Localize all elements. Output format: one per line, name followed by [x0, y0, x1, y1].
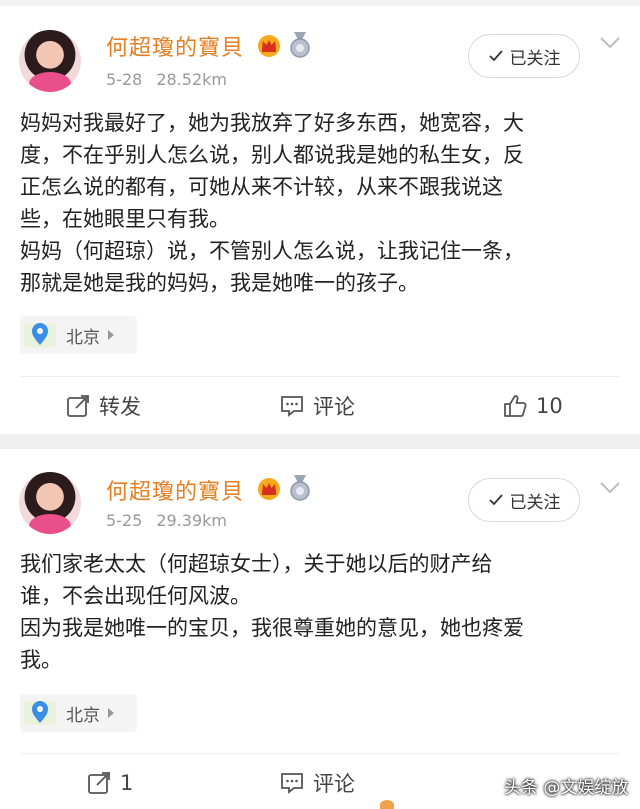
follow-button[interactable]: 已关注 — [468, 478, 580, 522]
comment-icon — [281, 773, 303, 794]
arrow-right-icon — [108, 708, 114, 718]
like-icon — [504, 395, 527, 417]
follow-button[interactable]: 已关注 — [468, 34, 580, 78]
post-meta: 5-28 28.52km — [106, 70, 227, 89]
action-bar: 转发 评论 10 — [0, 386, 640, 426]
repost-icon — [88, 772, 110, 794]
medal-badge-icon — [290, 32, 310, 58]
medal-badge-icon — [290, 475, 310, 501]
like-count: 10 — [536, 394, 563, 418]
post-distance: 28.52km — [156, 70, 227, 89]
crown-badge-icon — [258, 478, 280, 500]
repost-label: 转发 — [99, 395, 141, 419]
post-separator — [0, 434, 640, 449]
divider — [20, 376, 620, 377]
location-tag[interactable]: 北京 — [20, 694, 137, 732]
location-pin-icon — [24, 701, 56, 725]
chevron-down-icon[interactable] — [599, 481, 621, 495]
weibo-post-1: 何超瓊的寶貝 5-28 28.52km 已关注 妈妈对我最好了，她为我放弃了好多东… — [0, 6, 640, 434]
avatar[interactable] — [19, 472, 81, 534]
avatar[interactable] — [19, 30, 81, 92]
checkmark-icon — [488, 494, 503, 506]
comment-label: 评论 — [313, 395, 355, 419]
arrow-right-icon — [108, 330, 114, 340]
chevron-down-icon[interactable] — [599, 36, 621, 50]
weibo-post-2: 何超瓊的寶貝 5-25 29.39km 已关注 我们家老太太（何超琼女士），关于她… — [0, 449, 640, 809]
username[interactable]: 何超瓊的寶貝 — [106, 474, 244, 506]
comment-icon — [281, 396, 303, 417]
location-label: 北京 — [66, 327, 100, 348]
watermark-logo — [380, 800, 394, 809]
post-distance: 29.39km — [156, 511, 227, 530]
like-button[interactable]: 10 — [502, 386, 563, 426]
comment-button[interactable]: 评论 — [279, 386, 355, 426]
follow-label: 已关注 — [509, 492, 561, 513]
username[interactable]: 何超瓊的寶貝 — [106, 30, 244, 62]
post-text: 我们家老太太（何超琼女士），关于她以后的财产给 谁，不会出现任何风波。 因为我是… — [20, 552, 524, 672]
location-tag[interactable]: 北京 — [20, 316, 137, 354]
divider — [20, 753, 620, 754]
repost-button[interactable]: 1 — [86, 763, 133, 803]
comment-label: 评论 — [313, 772, 355, 796]
post-date: 5-25 — [106, 511, 143, 530]
post-date: 5-28 — [106, 70, 143, 89]
location-pin-icon — [24, 323, 56, 347]
crown-badge-icon — [258, 35, 280, 57]
comment-button[interactable]: 评论 — [279, 763, 355, 803]
watermark: 头条 @文娱绽放 — [504, 778, 629, 798]
location-label: 北京 — [66, 705, 100, 726]
repost-count: 1 — [120, 771, 134, 795]
follow-label: 已关注 — [509, 48, 561, 69]
post-text: 妈妈对我最好了，她为我放弃了好多东西，她宽容，大 度，不在乎别人怎么说，别人都说… — [20, 111, 524, 295]
repost-button[interactable]: 转发 — [65, 386, 141, 426]
repost-icon — [67, 395, 89, 417]
checkmark-icon — [488, 50, 503, 62]
post-meta: 5-25 29.39km — [106, 511, 227, 530]
